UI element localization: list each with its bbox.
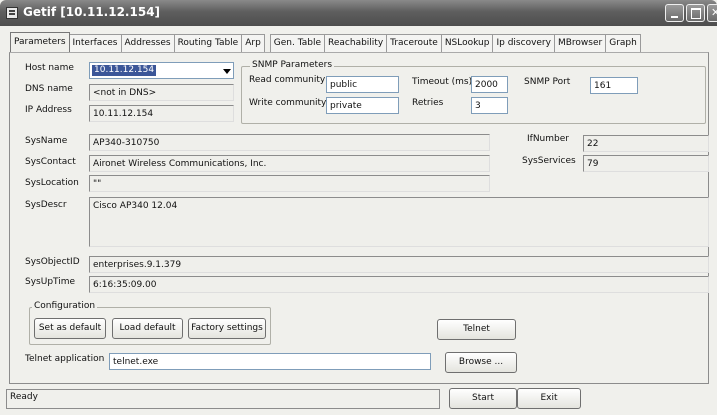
telnet-application-input[interactable]: telnet.exe: [109, 353, 431, 370]
snmp-port-input[interactable]: 161: [590, 77, 638, 94]
syslocation-label: SysLocation: [25, 178, 79, 188]
sysuptime-field[interactable]: 6:16:35:09.00: [89, 276, 709, 293]
start-button[interactable]: Start: [449, 388, 517, 409]
load-default-button[interactable]: Load default: [112, 318, 183, 339]
minimize-button[interactable]: [665, 4, 684, 22]
write-community-input[interactable]: private: [326, 97, 399, 114]
tab-graph[interactable]: Graph: [605, 34, 641, 52]
close-button[interactable]: [707, 4, 717, 22]
tab-addresses[interactable]: Addresses: [120, 34, 175, 52]
tab-arp[interactable]: Arp: [241, 34, 265, 52]
ifnumber-field[interactable]: 22: [583, 135, 709, 152]
hostname-label: Host name: [25, 63, 74, 73]
browse-button[interactable]: Browse ...: [445, 352, 517, 373]
sysdescr-field[interactable]: Cisco AP340 12.04: [89, 197, 709, 247]
dns-name-label: DNS name: [25, 84, 73, 94]
tab-gen-table[interactable]: Gen. Table: [269, 34, 326, 52]
read-community-input[interactable]: public: [326, 76, 399, 93]
sysname-label: SysName: [25, 136, 68, 146]
read-community-label: Read community: [249, 75, 326, 85]
maximize-button[interactable]: [686, 4, 705, 22]
tab-reachability[interactable]: Reachability: [324, 34, 388, 52]
tab-traceroute[interactable]: Traceroute: [386, 34, 442, 52]
sysobjectid-label: SysObjectID: [25, 257, 80, 267]
configuration-legend: Configuration: [32, 301, 98, 311]
syscontact-label: SysContact: [25, 157, 76, 167]
retries-label: Retries: [412, 98, 444, 108]
set-as-default-button[interactable]: Set as default: [34, 318, 106, 339]
tab-ip-discovery[interactable]: Ip discovery: [492, 34, 555, 52]
syslocation-field[interactable]: "": [89, 175, 490, 192]
sysdescr-label: SysDescr: [25, 200, 67, 210]
window-title: Getif [10.11.12.154]: [23, 5, 161, 19]
status-bar: Ready: [6, 389, 440, 409]
chevron-down-icon[interactable]: [223, 69, 231, 74]
retries-input[interactable]: 3: [471, 97, 508, 114]
tab-parameters[interactable]: Parameters: [10, 32, 70, 52]
exit-button[interactable]: Exit: [517, 388, 581, 409]
tab-interfaces[interactable]: Interfaces: [68, 34, 122, 52]
sysservices-field[interactable]: 79: [583, 155, 709, 172]
factory-settings-button[interactable]: Factory settings: [188, 318, 266, 339]
timeout-input[interactable]: 2000: [471, 76, 508, 93]
sysname-field[interactable]: AP340-310750: [89, 134, 490, 151]
sysservices-label: SysServices: [522, 156, 576, 166]
snmp-parameters-legend: SNMP Parameters: [250, 60, 335, 70]
telnet-application-label: Telnet application: [25, 354, 105, 364]
write-community-label: Write community: [249, 98, 327, 108]
tab-strip: Parameters Interfaces Addresses Routing …: [10, 32, 641, 52]
sysuptime-label: SysUpTime: [25, 277, 76, 287]
snmp-port-label: SNMP Port: [524, 77, 571, 87]
telnet-button[interactable]: Telnet: [437, 319, 516, 340]
tab-mbrowser[interactable]: MBrowser: [553, 34, 607, 52]
hostname-select[interactable]: 10.11.12.154: [89, 62, 234, 79]
timeout-label: Timeout (ms): [412, 77, 473, 87]
ip-address-field[interactable]: 10.11.12.154: [89, 105, 234, 122]
hostname-value: 10.11.12.154: [92, 65, 157, 76]
tab-nslookup[interactable]: NSLookup: [440, 34, 494, 52]
sysobjectid-field[interactable]: enterprises.9.1.379: [89, 256, 709, 273]
tab-routing-table[interactable]: Routing Table: [173, 34, 243, 52]
dns-name-field[interactable]: <not in DNS>: [89, 84, 234, 101]
ifnumber-label: IfNumber: [527, 134, 569, 144]
syscontact-field[interactable]: Aironet Wireless Communications, Inc.: [89, 155, 490, 172]
app-icon: [6, 7, 18, 19]
ip-address-label: IP Address: [25, 105, 72, 115]
